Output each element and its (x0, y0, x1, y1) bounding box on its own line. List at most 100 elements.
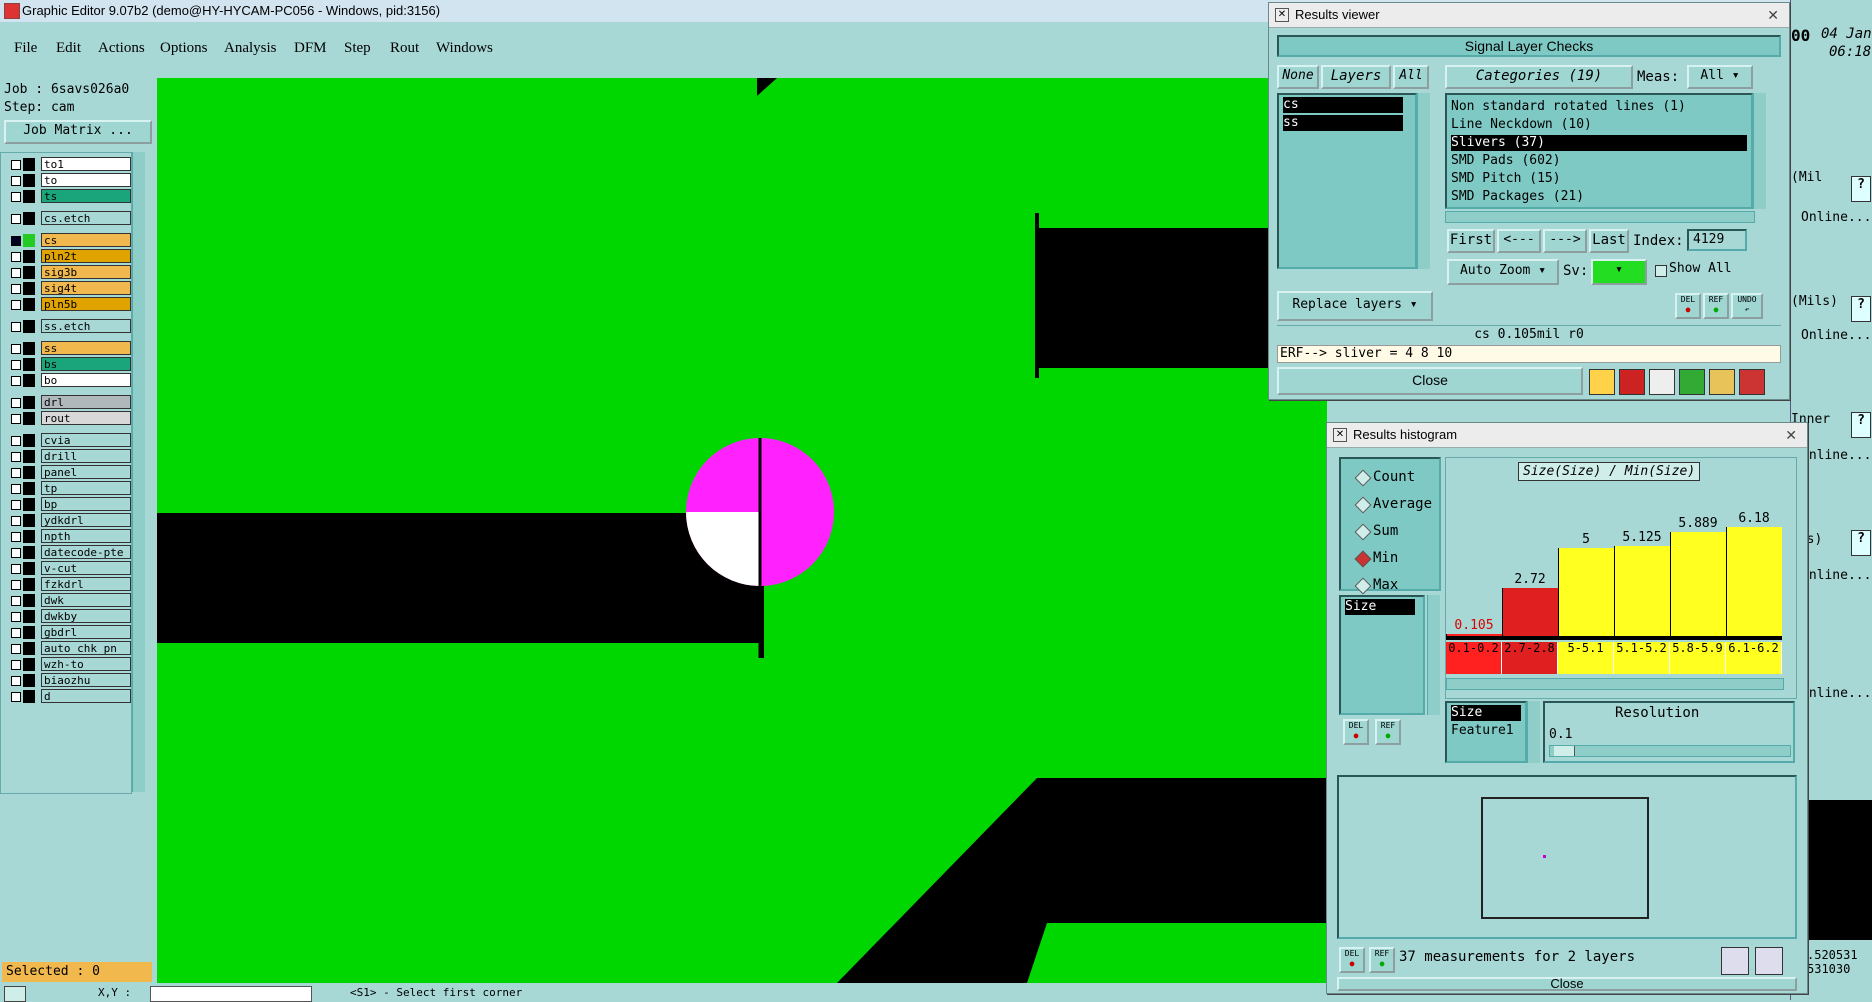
help-icon[interactable]: ? (1851, 412, 1871, 438)
layer-row-rout[interactable]: rout (9, 411, 131, 426)
menu-actions[interactable]: Actions (98, 40, 145, 57)
layer-row-bo[interactable]: bo (9, 373, 131, 388)
layer-list-scrollbar[interactable] (1417, 93, 1430, 269)
attribute-item[interactable]: Size (1345, 599, 1415, 615)
categories-button[interactable]: Categories (19) (1445, 65, 1633, 89)
layer-checkbox[interactable] (11, 322, 21, 332)
preview-del-button[interactable]: DEL ● (1339, 947, 1365, 973)
layer-color-swatch[interactable] (23, 674, 35, 687)
layer-checkbox[interactable] (11, 398, 21, 408)
layer-name[interactable]: cvia (41, 433, 131, 447)
layer-checkbox[interactable] (11, 644, 21, 654)
layer-color-swatch[interactable] (23, 266, 35, 279)
layer-color-swatch[interactable] (23, 412, 35, 425)
first-button[interactable]: First (1447, 229, 1495, 253)
bg-online-2[interactable]: Online... (1801, 328, 1871, 343)
layer-checkbox[interactable] (11, 236, 21, 246)
layer-row-cs[interactable]: cs (9, 233, 131, 248)
histogram-bar[interactable] (1726, 527, 1782, 636)
bg-online-4[interactable]: Online... (1801, 568, 1871, 583)
layer-name[interactable]: panel (41, 465, 131, 479)
menu-rout[interactable]: Rout (390, 40, 419, 57)
layer-color-swatch[interactable] (23, 658, 35, 671)
layer-name[interactable]: wzh-to (41, 657, 131, 671)
layer-row-ydkdrl[interactable]: ydkdrl (9, 513, 131, 528)
layer-checkbox[interactable] (11, 500, 21, 510)
layer-color-swatch[interactable] (23, 174, 35, 187)
categories-scrollbar[interactable] (1753, 93, 1766, 209)
layer-row-wzh-to[interactable]: wzh-to (9, 657, 131, 672)
layer-name[interactable]: tp (41, 481, 131, 495)
layer-color-swatch[interactable] (23, 578, 35, 591)
categories-list[interactable]: Non standard rotated lines (1) Line Neckd… (1445, 93, 1753, 209)
prev-button[interactable]: <--- (1497, 229, 1541, 253)
help-icon[interactable]: ? (1851, 296, 1871, 322)
layer-row-fzkdrl[interactable]: fzkdrl (9, 577, 131, 592)
histogram-close-button[interactable]: Close (1337, 977, 1797, 991)
layer-row-ss.etch[interactable]: ss.etch (9, 319, 131, 334)
layer-name[interactable]: pln2t (41, 249, 131, 263)
layer-name[interactable]: ydkdrl (41, 513, 131, 527)
layer-checkbox[interactable] (11, 468, 21, 478)
layer-checkbox[interactable] (11, 564, 21, 574)
layer-row-drill[interactable]: drill (9, 449, 131, 464)
layer-color-swatch[interactable] (23, 396, 35, 409)
layer-checkbox[interactable] (11, 192, 21, 202)
layer-name[interactable]: cs.etch (41, 211, 131, 225)
preview-ref-button[interactable]: REF ● (1369, 947, 1395, 973)
layer-checkbox[interactable] (11, 484, 21, 494)
bin-label[interactable]: 5.1-5.2 (1614, 642, 1670, 674)
delete-marks-icon[interactable] (1649, 369, 1675, 395)
layer-checkbox[interactable] (11, 628, 21, 638)
layer-checkbox[interactable] (11, 268, 21, 278)
bg-online-3[interactable]: Online... (1801, 448, 1871, 463)
categories-hscrollbar[interactable] (1445, 211, 1755, 223)
layer-checkbox[interactable] (11, 660, 21, 670)
layer-name[interactable]: d (41, 689, 131, 703)
menu-edit[interactable]: Edit (56, 40, 81, 57)
layer-name[interactable]: drl (41, 395, 131, 409)
layer-color-swatch[interactable] (23, 642, 35, 655)
layer-checkbox[interactable] (11, 344, 21, 354)
layer-row-panel[interactable]: panel (9, 465, 131, 480)
histogram-bar[interactable] (1558, 548, 1614, 636)
layer-color-swatch[interactable] (23, 282, 35, 295)
layer-checkbox[interactable] (11, 300, 21, 310)
layer-name[interactable]: sig3b (41, 265, 131, 279)
layer-row-d[interactable]: d (9, 689, 131, 704)
bin-label[interactable]: 5.8-5.9 (1670, 642, 1726, 674)
layer-checkbox[interactable] (11, 436, 21, 446)
layer-color-swatch[interactable] (23, 562, 35, 575)
layer-color-swatch[interactable] (23, 374, 35, 387)
all-button[interactable]: All (1393, 65, 1429, 89)
layer-row-gbdrl[interactable]: gbdrl (9, 625, 131, 640)
layer-name[interactable]: bo (41, 373, 131, 387)
layers-button[interactable]: Layers (1321, 65, 1391, 89)
layer-row-drl[interactable]: drl (9, 395, 131, 410)
layer-row-bp[interactable]: bp (9, 497, 131, 512)
layer-color-swatch[interactable] (23, 358, 35, 371)
layer-color-swatch[interactable] (23, 546, 35, 559)
histogram-bar[interactable] (1614, 546, 1670, 636)
layer-name[interactable]: sig4t (41, 281, 131, 295)
report-icon[interactable] (1709, 369, 1735, 395)
layer-color-swatch[interactable] (23, 594, 35, 607)
layer-name[interactable]: v-cut (41, 561, 131, 575)
layer-name[interactable]: bp (41, 497, 131, 511)
highlight-icon[interactable] (1589, 369, 1615, 395)
field-item[interactable]: Size (1451, 705, 1521, 721)
layer-color-swatch[interactable] (23, 610, 35, 623)
auto-zoom-dropdown[interactable]: Auto Zoom ▾ (1447, 259, 1559, 285)
layer-name[interactable]: biaozhu (41, 673, 131, 687)
layer-checkbox[interactable] (11, 516, 21, 526)
menu-windows[interactable]: Windows (436, 40, 493, 57)
category-item[interactable]: SMD Pitch (15) (1451, 171, 1747, 187)
zoom-to-fit-icon[interactable] (1721, 947, 1749, 975)
layer-row-to1[interactable]: to1 (9, 157, 131, 172)
menu-file[interactable]: File (14, 40, 37, 57)
layer-row-v-cut[interactable]: v-cut (9, 561, 131, 576)
layer-name[interactable]: drill (41, 449, 131, 463)
layer-name[interactable]: pln5b (41, 297, 131, 311)
menu-options[interactable]: Options (160, 40, 208, 57)
graphic-canvas[interactable] (157, 78, 1327, 983)
